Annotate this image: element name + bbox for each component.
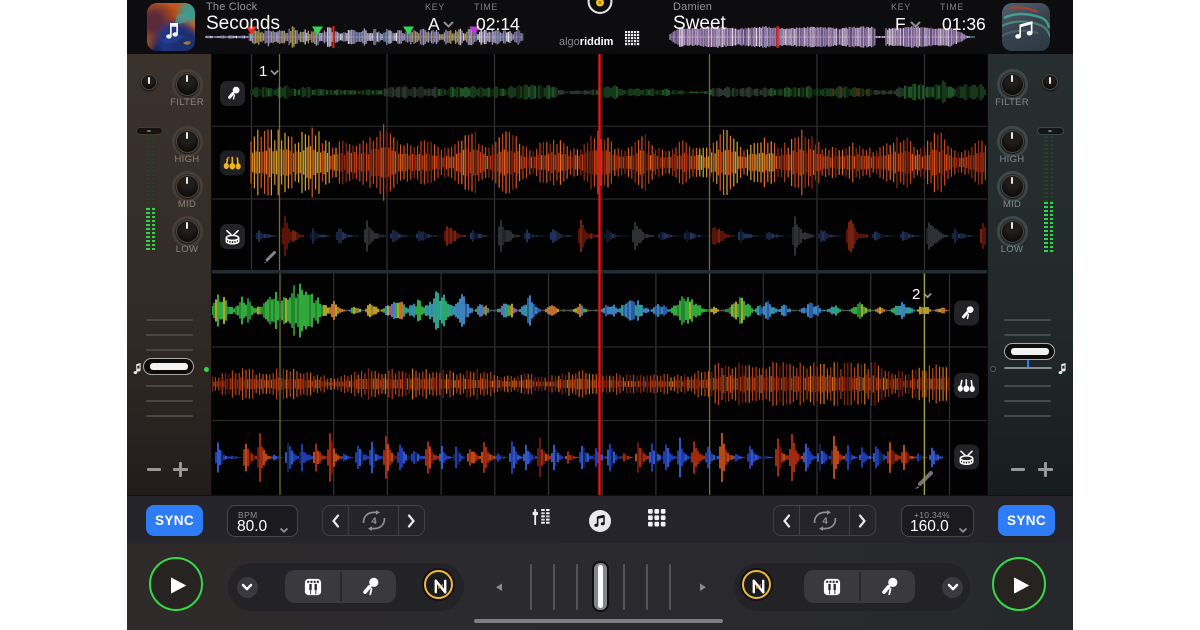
svg-text:4: 4 [822, 516, 828, 527]
svg-text:2: 2 [912, 286, 920, 303]
svg-text:1: 1 [259, 63, 267, 80]
svg-text:4: 4 [371, 516, 377, 527]
